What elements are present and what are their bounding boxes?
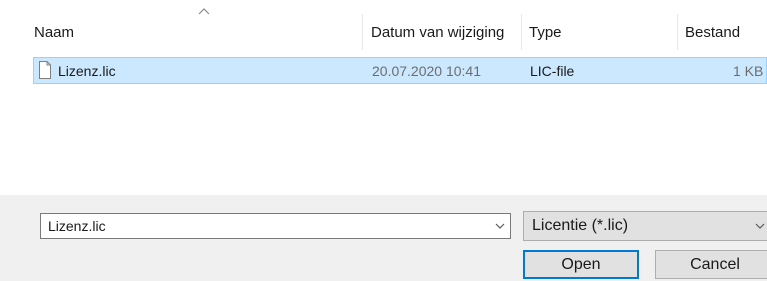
column-header-row: Naam Datum van wijziging Type Bestand (0, 0, 767, 56)
file-name: Lizenz.lic (58, 63, 116, 79)
column-divider[interactable] (521, 14, 522, 50)
filename-combobox[interactable]: Lizenz.lic (40, 213, 511, 239)
column-header-name[interactable]: Naam (34, 24, 74, 42)
column-divider[interactable] (677, 14, 678, 50)
chevron-down-icon[interactable] (755, 222, 765, 230)
file-icon (39, 61, 51, 79)
column-header-date[interactable]: Datum van wijziging (371, 24, 504, 42)
cancel-button[interactable]: Cancel (655, 250, 767, 279)
file-type-dropdown[interactable]: Licentie (*.lic) (523, 211, 767, 241)
file-date: 20.07.2020 10:41 (372, 63, 481, 79)
open-button[interactable]: Open (523, 250, 639, 279)
file-list[interactable]: Naam Datum van wijziging Type Bestand Li… (0, 0, 767, 195)
file-row[interactable]: Lizenz.lic 20.07.2020 10:41 LIC-file 1 K… (33, 57, 767, 84)
column-header-type[interactable]: Type (529, 24, 562, 42)
file-type: LIC-file (530, 63, 575, 79)
column-divider[interactable] (362, 14, 363, 50)
sort-ascending-icon (198, 8, 210, 15)
file-size: 1 KB (733, 63, 764, 79)
column-header-size[interactable]: Bestand (685, 24, 740, 42)
filename-input[interactable]: Lizenz.lic (48, 218, 106, 234)
chevron-down-icon[interactable] (495, 222, 505, 230)
file-type-filter-value: Licentie (*.lic) (532, 217, 629, 234)
